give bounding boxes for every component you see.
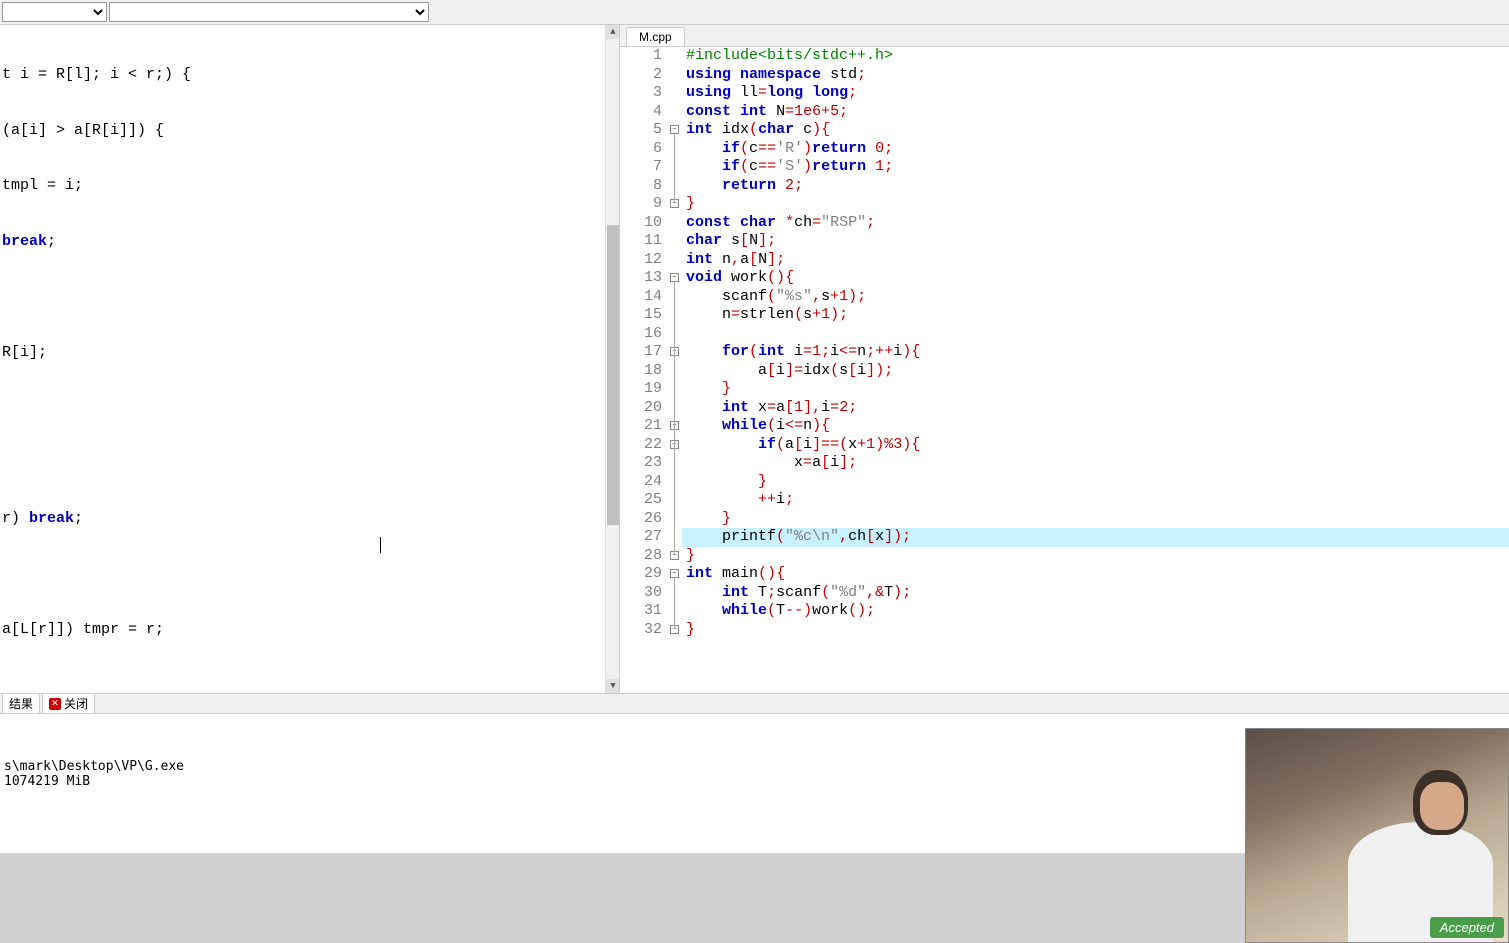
accepted-badge: Accepted bbox=[1430, 917, 1504, 938]
webcam-overlay: Accepted bbox=[1245, 728, 1509, 943]
editor-split: t i = R[l]; i < r;) { (a[i] > a[R[i]]) {… bbox=[0, 25, 1509, 693]
scope-dropdown[interactable] bbox=[2, 2, 107, 22]
left-editor[interactable]: t i = R[l]; i < r;) { (a[i] > a[R[i]]) {… bbox=[0, 25, 620, 693]
fold-toggle-icon[interactable]: − bbox=[670, 569, 679, 578]
result-tab-label: 结果 bbox=[9, 695, 33, 712]
person-silhouette bbox=[1348, 752, 1498, 942]
tab-m-cpp[interactable]: M.cpp bbox=[626, 27, 685, 46]
output-tabs: 结果 ✕ 关闭 bbox=[0, 693, 1509, 713]
toolbar bbox=[0, 0, 1509, 25]
left-scrollbar[interactable]: ▲ ▼ bbox=[605, 25, 619, 693]
left-code-area[interactable]: t i = R[l]; i < r;) { (a[i] > a[R[i]]) {… bbox=[0, 25, 619, 693]
scroll-down-icon[interactable]: ▼ bbox=[606, 679, 620, 693]
line-gutter: 1234567891011121314151617181920212223242… bbox=[620, 47, 668, 639]
scroll-thumb[interactable] bbox=[607, 225, 619, 525]
fold-toggle-icon[interactable]: − bbox=[670, 273, 679, 282]
text-cursor bbox=[380, 537, 381, 553]
result-tab[interactable]: 结果 bbox=[2, 693, 40, 714]
right-code-area[interactable]: 1234567891011121314151617181920212223242… bbox=[620, 47, 1509, 639]
fold-column[interactable]: −−−−−−−−− bbox=[668, 47, 682, 639]
file-tabs: M.cpp bbox=[620, 25, 1509, 47]
close-tab-label: 关闭 bbox=[64, 695, 88, 712]
fold-toggle-icon[interactable]: − bbox=[670, 125, 679, 134]
right-editor[interactable]: M.cpp 1234567891011121314151617181920212… bbox=[620, 25, 1509, 693]
scroll-up-icon[interactable]: ▲ bbox=[606, 25, 620, 39]
symbol-dropdown[interactable] bbox=[109, 2, 429, 22]
code-column[interactable]: #include<bits/stdc++.h>using namespace s… bbox=[682, 47, 1509, 639]
close-tab[interactable]: ✕ 关闭 bbox=[42, 693, 95, 714]
close-icon: ✕ bbox=[49, 698, 61, 710]
